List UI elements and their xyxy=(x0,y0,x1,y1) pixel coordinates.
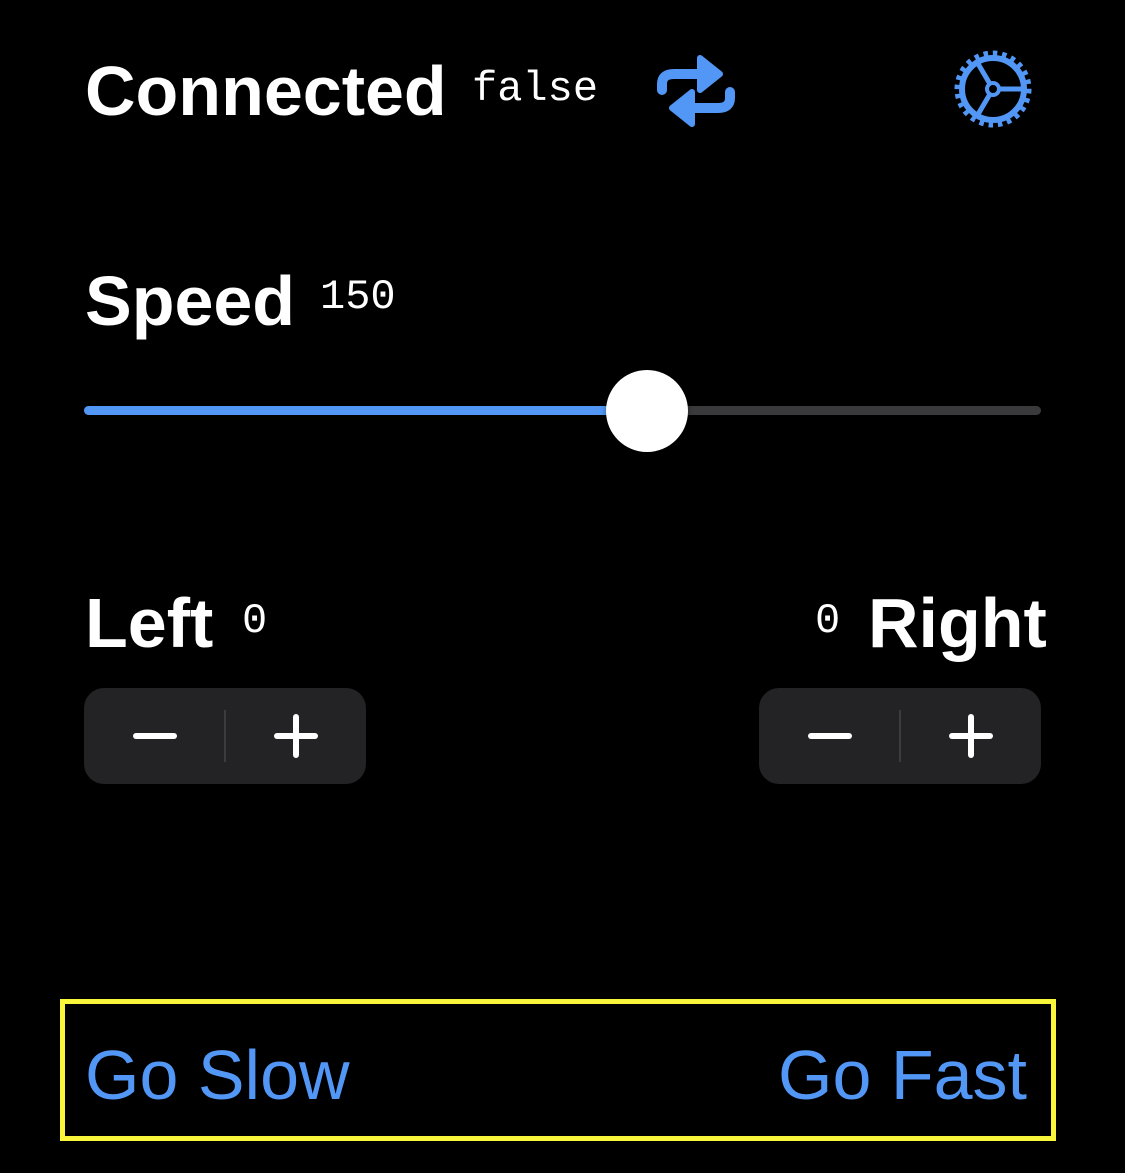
go-slow-button[interactable]: Go Slow xyxy=(85,1040,350,1110)
minus-icon xyxy=(132,733,177,739)
left-stepper xyxy=(84,688,366,784)
plus-icon xyxy=(948,714,993,758)
minus-icon xyxy=(807,733,852,739)
speed-label: Speed xyxy=(85,262,296,340)
speed-value: 150 xyxy=(320,273,396,321)
left-label: Left xyxy=(85,584,214,662)
connected-label: Connected xyxy=(85,52,447,130)
gear-icon xyxy=(954,50,1032,128)
plus-icon xyxy=(273,714,318,758)
slider-fill xyxy=(84,406,647,415)
connected-value: false xyxy=(472,65,599,113)
go-fast-button[interactable]: Go Fast xyxy=(778,1040,1027,1110)
right-stepper xyxy=(759,688,1041,784)
right-increment-button[interactable] xyxy=(900,688,1041,784)
right-label: Right xyxy=(868,584,1047,662)
left-increment-button[interactable] xyxy=(225,688,366,784)
slider-thumb[interactable] xyxy=(605,370,688,452)
arrows-repeat-icon xyxy=(657,55,735,127)
right-value: 0 xyxy=(815,597,841,645)
speed-slider[interactable] xyxy=(84,370,1041,452)
left-value: 0 xyxy=(242,597,268,645)
reconnect-button[interactable] xyxy=(654,54,738,128)
left-decrement-button[interactable] xyxy=(84,688,225,784)
right-decrement-button[interactable] xyxy=(759,688,900,784)
settings-button[interactable] xyxy=(950,46,1036,132)
